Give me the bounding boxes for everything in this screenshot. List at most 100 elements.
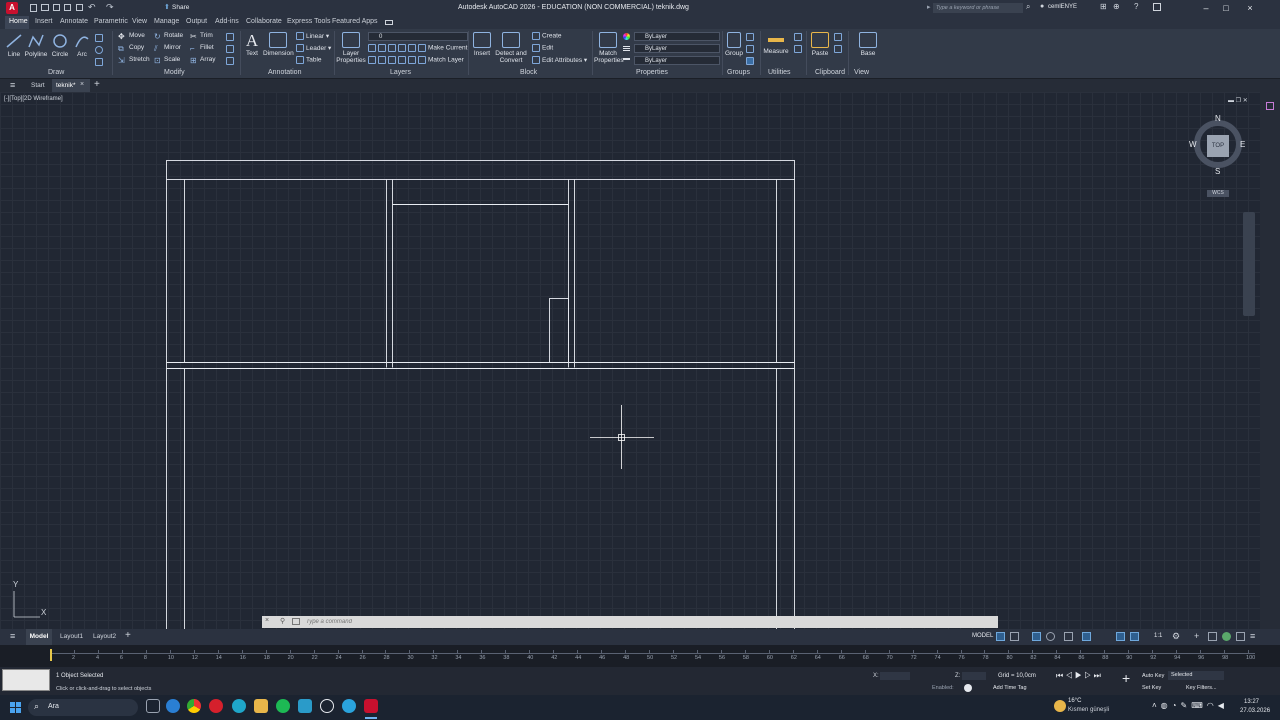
coordinate-z-field[interactable]: [962, 672, 986, 680]
tab-output[interactable]: Output: [186, 18, 207, 25]
undo-icon[interactable]: ↶: [88, 2, 96, 13]
copy-tool[interactable]: ⧉ Copy: [118, 44, 144, 53]
offset-icon[interactable]: [226, 57, 234, 66]
arc-tool[interactable]: Arc: [72, 33, 92, 58]
annotation-visibility-icon[interactable]: [1116, 632, 1125, 641]
chrome-icon[interactable]: [187, 699, 201, 713]
text-tool[interactable]: A Text: [243, 32, 261, 58]
tab-teknik[interactable]: teknik* ×: [52, 79, 90, 92]
draw-panel-label[interactable]: Draw: [48, 69, 64, 76]
close-tab-icon[interactable]: ×: [80, 81, 84, 88]
help-icon[interactable]: ?: [1134, 2, 1138, 11]
fillet-tool[interactable]: ⌐ Fillet: [190, 44, 214, 53]
erase-icon[interactable]: [226, 33, 234, 42]
clock-time[interactable]: 13:27: [1244, 699, 1259, 705]
trim-tool[interactable]: ✂ Trim: [190, 32, 213, 41]
polyline-tool[interactable]: Polyline: [24, 33, 48, 58]
edit-attributes-button[interactable]: Edit Attributes ▾: [532, 56, 587, 65]
line-tool[interactable]: Line: [4, 33, 24, 58]
tab-view[interactable]: View: [132, 18, 147, 25]
layers-panel-label[interactable]: Layers: [390, 69, 411, 76]
circle-tool[interactable]: Circle: [49, 33, 71, 58]
command-recent-icon[interactable]: [292, 618, 300, 625]
close-button[interactable]: ×: [1244, 2, 1256, 14]
autoscale-icon[interactable]: [1130, 632, 1139, 641]
annotation-scale[interactable]: 1:1: [1154, 633, 1162, 639]
key-filter-dropdown[interactable]: Selected: [1168, 671, 1224, 680]
layer-merge-icon[interactable]: [408, 56, 416, 64]
step-back-icon[interactable]: ◁: [1065, 671, 1072, 680]
ribbon-options-icon[interactable]: [385, 20, 393, 25]
annotation-monitor-icon[interactable]: +: [1194, 631, 1199, 641]
layout-menu-icon[interactable]: ≡: [10, 631, 15, 641]
wifi-icon[interactable]: ◠: [1207, 701, 1218, 710]
store-icon[interactable]: [298, 699, 312, 713]
tab-start[interactable]: Start: [31, 82, 45, 89]
polar-icon[interactable]: [1046, 632, 1055, 641]
redo-icon[interactable]: ↷: [106, 2, 114, 13]
annotation-panel-label[interactable]: Annotation: [268, 69, 301, 76]
viewcube-west[interactable]: W: [1189, 140, 1197, 149]
stretch-tool[interactable]: ⇲ Stretch: [118, 56, 150, 65]
share-icon[interactable]: ⬆: [164, 3, 170, 11]
viewcube-south[interactable]: S: [1215, 167, 1220, 176]
add-time-tag-button[interactable]: Add Time Tag: [993, 685, 1027, 691]
drawing-geometry[interactable]: [0, 92, 1260, 629]
workspace-gear-icon[interactable]: ⚙: [1172, 631, 1180, 642]
task-view-icon[interactable]: [146, 699, 160, 713]
animation-timeline[interactable]: 2 4 6 8 10 12 14 16 18 20 22 24 26 28 30 32 34 36 38 40 42 44…: [0, 645, 1280, 667]
isolate-objects-icon[interactable]: [1222, 632, 1231, 641]
base-tool[interactable]: Base: [856, 32, 880, 57]
tab-parametric[interactable]: Parametric: [94, 18, 128, 25]
paste-tool[interactable]: Paste: [808, 32, 832, 57]
command-settings-icon[interactable]: ⚲: [280, 617, 285, 625]
tab-featured-apps[interactable]: Featured Apps: [332, 18, 378, 25]
copy-clip-icon[interactable]: [834, 45, 842, 54]
tray-bell-icon[interactable]: ◔: [1172, 701, 1181, 710]
layer-properties-tool[interactable]: Layer Properties: [336, 32, 366, 64]
osnap-icon[interactable]: [1082, 632, 1091, 641]
saveas-icon[interactable]: [64, 4, 71, 11]
key-filters-button[interactable]: Key Filters...: [1186, 685, 1217, 691]
ungroup-icon[interactable]: [746, 33, 754, 42]
command-close-icon[interactable]: ×: [265, 617, 269, 624]
dimension-tool[interactable]: Dimension: [263, 32, 294, 57]
tray-keyboard-icon[interactable]: ⌨: [1191, 701, 1207, 710]
enabled-toggle[interactable]: [964, 684, 972, 692]
fullscreen-icon[interactable]: [1236, 632, 1245, 641]
new-icon[interactable]: [30, 4, 37, 12]
mirror-tool[interactable]: ⫽ Mirror: [154, 44, 181, 53]
create-block-button[interactable]: Create: [532, 32, 562, 40]
play-icon[interactable]: ▶: [1075, 671, 1082, 680]
tab-addins[interactable]: Add-ins: [215, 18, 239, 25]
hatch-icon[interactable]: [95, 46, 103, 55]
save-icon[interactable]: [53, 4, 60, 11]
windows-start-icon[interactable]: [10, 702, 21, 713]
rotate-tool[interactable]: ↻ Rotate: [154, 32, 183, 41]
layer-walk-icon[interactable]: [398, 56, 406, 64]
modify-panel-label[interactable]: Modify: [164, 69, 185, 76]
leader-dropdown[interactable]: Leader ▾: [296, 44, 331, 53]
minimize-ribbon-icon[interactable]: [1153, 3, 1161, 11]
table-tool[interactable]: Table: [296, 56, 322, 64]
cart-icon[interactable]: ⊞: [1100, 2, 1107, 11]
menu-icon[interactable]: ≡: [10, 80, 15, 90]
rectangle-icon[interactable]: [95, 34, 103, 43]
match-properties-tool[interactable]: Match Properties: [594, 32, 624, 64]
properties-panel-label[interactable]: Properties: [636, 69, 668, 76]
layer-unlock-icon[interactable]: [388, 56, 396, 64]
measure-tool[interactable]: Measure: [762, 32, 790, 55]
tab-home[interactable]: Home: [9, 18, 28, 25]
volume-icon[interactable]: ◀: [1218, 701, 1228, 710]
group-edit-icon[interactable]: [746, 45, 754, 54]
layer-freeze-icon[interactable]: [388, 44, 396, 52]
tab-model[interactable]: Model: [26, 629, 52, 645]
maximize-button[interactable]: □: [1220, 2, 1232, 14]
edit-block-button[interactable]: Edit: [532, 44, 553, 52]
share-button[interactable]: Share: [172, 4, 189, 11]
minimize-button[interactable]: –: [1200, 2, 1212, 14]
weather-icon[interactable]: [1054, 700, 1066, 712]
calculator-icon[interactable]: [794, 33, 802, 42]
coordinate-x-field[interactable]: [880, 672, 910, 680]
tab-collaborate[interactable]: Collaborate: [246, 18, 282, 25]
